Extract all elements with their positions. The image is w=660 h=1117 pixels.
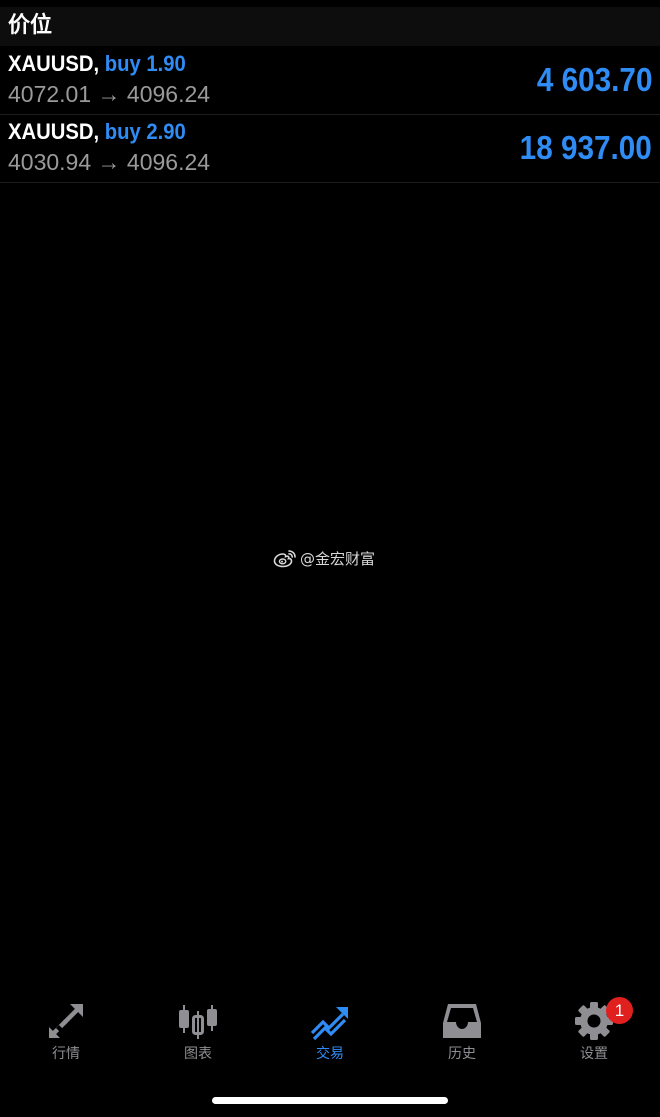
open-price: 4030.94: [8, 149, 92, 175]
position-symbol-line: XAUUSD, buy 2.90: [8, 119, 186, 145]
position-direction-volume: buy 2.90: [104, 119, 186, 144]
tab-label: 图表: [184, 1046, 212, 1062]
position-direction-volume: buy 1.90: [104, 51, 186, 76]
position-symbol: XAUUSD,: [8, 51, 100, 76]
page-title: 价位: [8, 13, 53, 38]
trade-trend-icon: [310, 1001, 350, 1041]
current-price: 4096.24: [126, 81, 211, 107]
current-price: 4096.24: [126, 149, 211, 175]
tab-label: 交易: [316, 1046, 344, 1062]
tab-label: 设置: [580, 1046, 608, 1062]
quotes-arrows-icon: [46, 1001, 86, 1041]
tab-bar: 行情 图表 交易 历史 设置: [0, 995, 660, 1070]
tab-history[interactable]: 历史: [396, 995, 528, 1070]
tab-trade[interactable]: 交易: [264, 995, 396, 1070]
position-row[interactable]: XAUUSD, buy 1.90 4072.01 → 4096.24 4 603…: [0, 46, 660, 115]
tab-chart[interactable]: 图表: [132, 995, 264, 1070]
open-price: 4072.01: [8, 81, 92, 107]
candlestick-chart-icon: [178, 1001, 218, 1041]
position-profit: 18 937.00: [519, 129, 652, 166]
arrow-icon: →: [97, 149, 121, 175]
watermark-text: @金宏财富: [300, 549, 376, 568]
history-inbox-icon: [442, 1001, 482, 1041]
arrow-icon: →: [97, 81, 121, 107]
position-row[interactable]: XAUUSD, buy 2.90 4030.94 → 4096.24 18 93…: [0, 114, 660, 183]
watermark: @金宏财富: [273, 547, 375, 569]
position-profit: 4 603.70: [536, 61, 652, 98]
position-symbol-line: XAUUSD, buy 1.90: [8, 51, 186, 77]
tab-quotes[interactable]: 行情: [0, 995, 132, 1070]
weibo-icon: [273, 548, 297, 568]
position-prices: 4072.01 → 4096.24: [8, 81, 210, 107]
home-indicator[interactable]: [212, 1097, 448, 1104]
position-prices: 4030.94 → 4096.24: [8, 149, 210, 175]
notification-badge: 1: [606, 997, 633, 1024]
page-header: 价位: [0, 7, 660, 46]
position-symbol: XAUUSD,: [8, 119, 100, 144]
tab-label: 行情: [52, 1046, 80, 1062]
tab-label: 历史: [448, 1046, 476, 1062]
tab-settings[interactable]: 设置: [528, 995, 660, 1070]
